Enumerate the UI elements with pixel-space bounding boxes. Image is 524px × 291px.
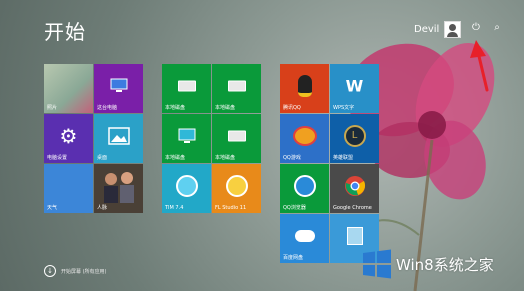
monitor-icon <box>178 128 195 143</box>
tile-qq-browser[interactable]: QQ浏览器 <box>280 164 329 213</box>
drive-icon <box>227 130 246 142</box>
fruit-icon <box>225 174 248 197</box>
tile-weather[interactable]: 天气 <box>44 164 93 213</box>
desktop-icon <box>107 126 130 145</box>
tile-chrome[interactable]: Google Chrome <box>330 164 379 213</box>
tile-wps[interactable]: W WPS文字 <box>330 64 379 113</box>
tile-fl-studio[interactable]: FL Studio 11 <box>212 164 261 213</box>
qq-penguin-icon <box>297 74 312 97</box>
tim-icon <box>175 174 198 197</box>
tile-disk-2[interactable]: 本地磁盘 <box>212 64 261 113</box>
tile-tim[interactable]: TIM 7.4 <box>162 164 211 213</box>
drive-icon <box>227 80 246 92</box>
drive-icon <box>177 80 196 92</box>
watermark: Win8系统之家 <box>362 249 494 279</box>
arrow-down-icon: ↓ <box>44 265 56 277</box>
tile-lol[interactable]: L 英雄联盟 <box>330 114 379 163</box>
gear-icon: ⚙ <box>59 123 78 148</box>
tile-qq-game[interactable]: QQ游戏 <box>280 114 329 163</box>
all-apps-button[interactable]: ↓ 开始屏幕 (所有应用) <box>44 265 107 277</box>
computer-icon <box>110 78 127 92</box>
browser-icon <box>293 174 316 197</box>
qq-game-icon <box>292 125 317 146</box>
chrome-icon <box>344 175 365 196</box>
windows-logo-icon <box>363 249 391 279</box>
tile-qq[interactable]: 腾讯QQ <box>280 64 329 113</box>
cloud-icon <box>294 229 315 242</box>
lol-icon: L <box>343 124 366 147</box>
tile-computer[interactable]: 这台电脑 <box>94 64 143 113</box>
people-photo <box>103 171 134 203</box>
tile-photos[interactable]: 照片 <box>44 64 93 113</box>
all-apps-label: 开始屏幕 (所有应用) <box>61 268 107 275</box>
tile-settings[interactable]: ⚙ 电脑设置 <box>44 114 93 163</box>
tile-disk-3[interactable]: 本地磁盘 <box>162 114 211 163</box>
tile-baidu-netdisk[interactable]: 百度网盘 <box>280 214 329 263</box>
app-icon <box>346 226 363 245</box>
wps-icon: W <box>345 76 364 96</box>
tile-people[interactable]: 人脉 <box>94 164 143 213</box>
tile-disk-4[interactable]: 本地磁盘 <box>212 114 261 163</box>
tile-disk-1[interactable]: 本地磁盘 <box>162 64 211 113</box>
tile-desktop[interactable]: 桌面 <box>94 114 143 163</box>
watermark-text: Win8系统之家 <box>396 255 494 274</box>
